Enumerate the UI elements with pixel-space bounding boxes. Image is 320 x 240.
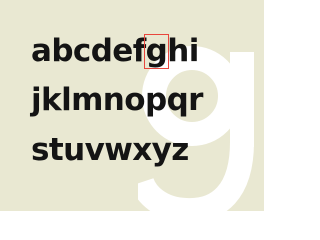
letter-s: s — [31, 132, 49, 168]
letter-z: z — [171, 132, 189, 168]
letter-u: u — [63, 132, 85, 168]
letter-w: w — [104, 132, 133, 168]
letter-j: j — [31, 82, 42, 118]
letter-c: c — [72, 33, 91, 69]
letter-x: x — [132, 132, 152, 168]
letter-v: v — [84, 132, 105, 168]
type-specimen-canvas: abcdefghi jklmnopqr stuvwxyz — [0, 0, 264, 211]
letter-g-highlighted[interactable]: g — [143, 34, 170, 69]
letter-m: m — [71, 82, 103, 118]
specimen-row-3: stuvwxyz — [31, 135, 189, 166]
letter-i: i — [188, 33, 200, 69]
letter-r: r — [188, 82, 203, 118]
letter-b: b — [51, 33, 73, 69]
letter-y: y — [151, 132, 172, 168]
letter-q: q — [166, 82, 189, 118]
specimen-row-2: jklmnopqr — [31, 85, 203, 116]
specimen-row-1: abcdefghi — [31, 33, 200, 69]
letter-d: d — [90, 33, 113, 69]
letter-h: h — [167, 33, 189, 69]
letter-k: k — [41, 82, 62, 118]
letter-f: f — [132, 33, 146, 69]
letter-a: a — [31, 33, 52, 69]
letter-n: n — [102, 82, 125, 118]
letter-e: e — [112, 33, 133, 69]
letter-t: t — [48, 132, 64, 168]
letter-l: l — [61, 82, 72, 118]
letter-o: o — [124, 82, 145, 118]
letter-p: p — [144, 82, 167, 118]
